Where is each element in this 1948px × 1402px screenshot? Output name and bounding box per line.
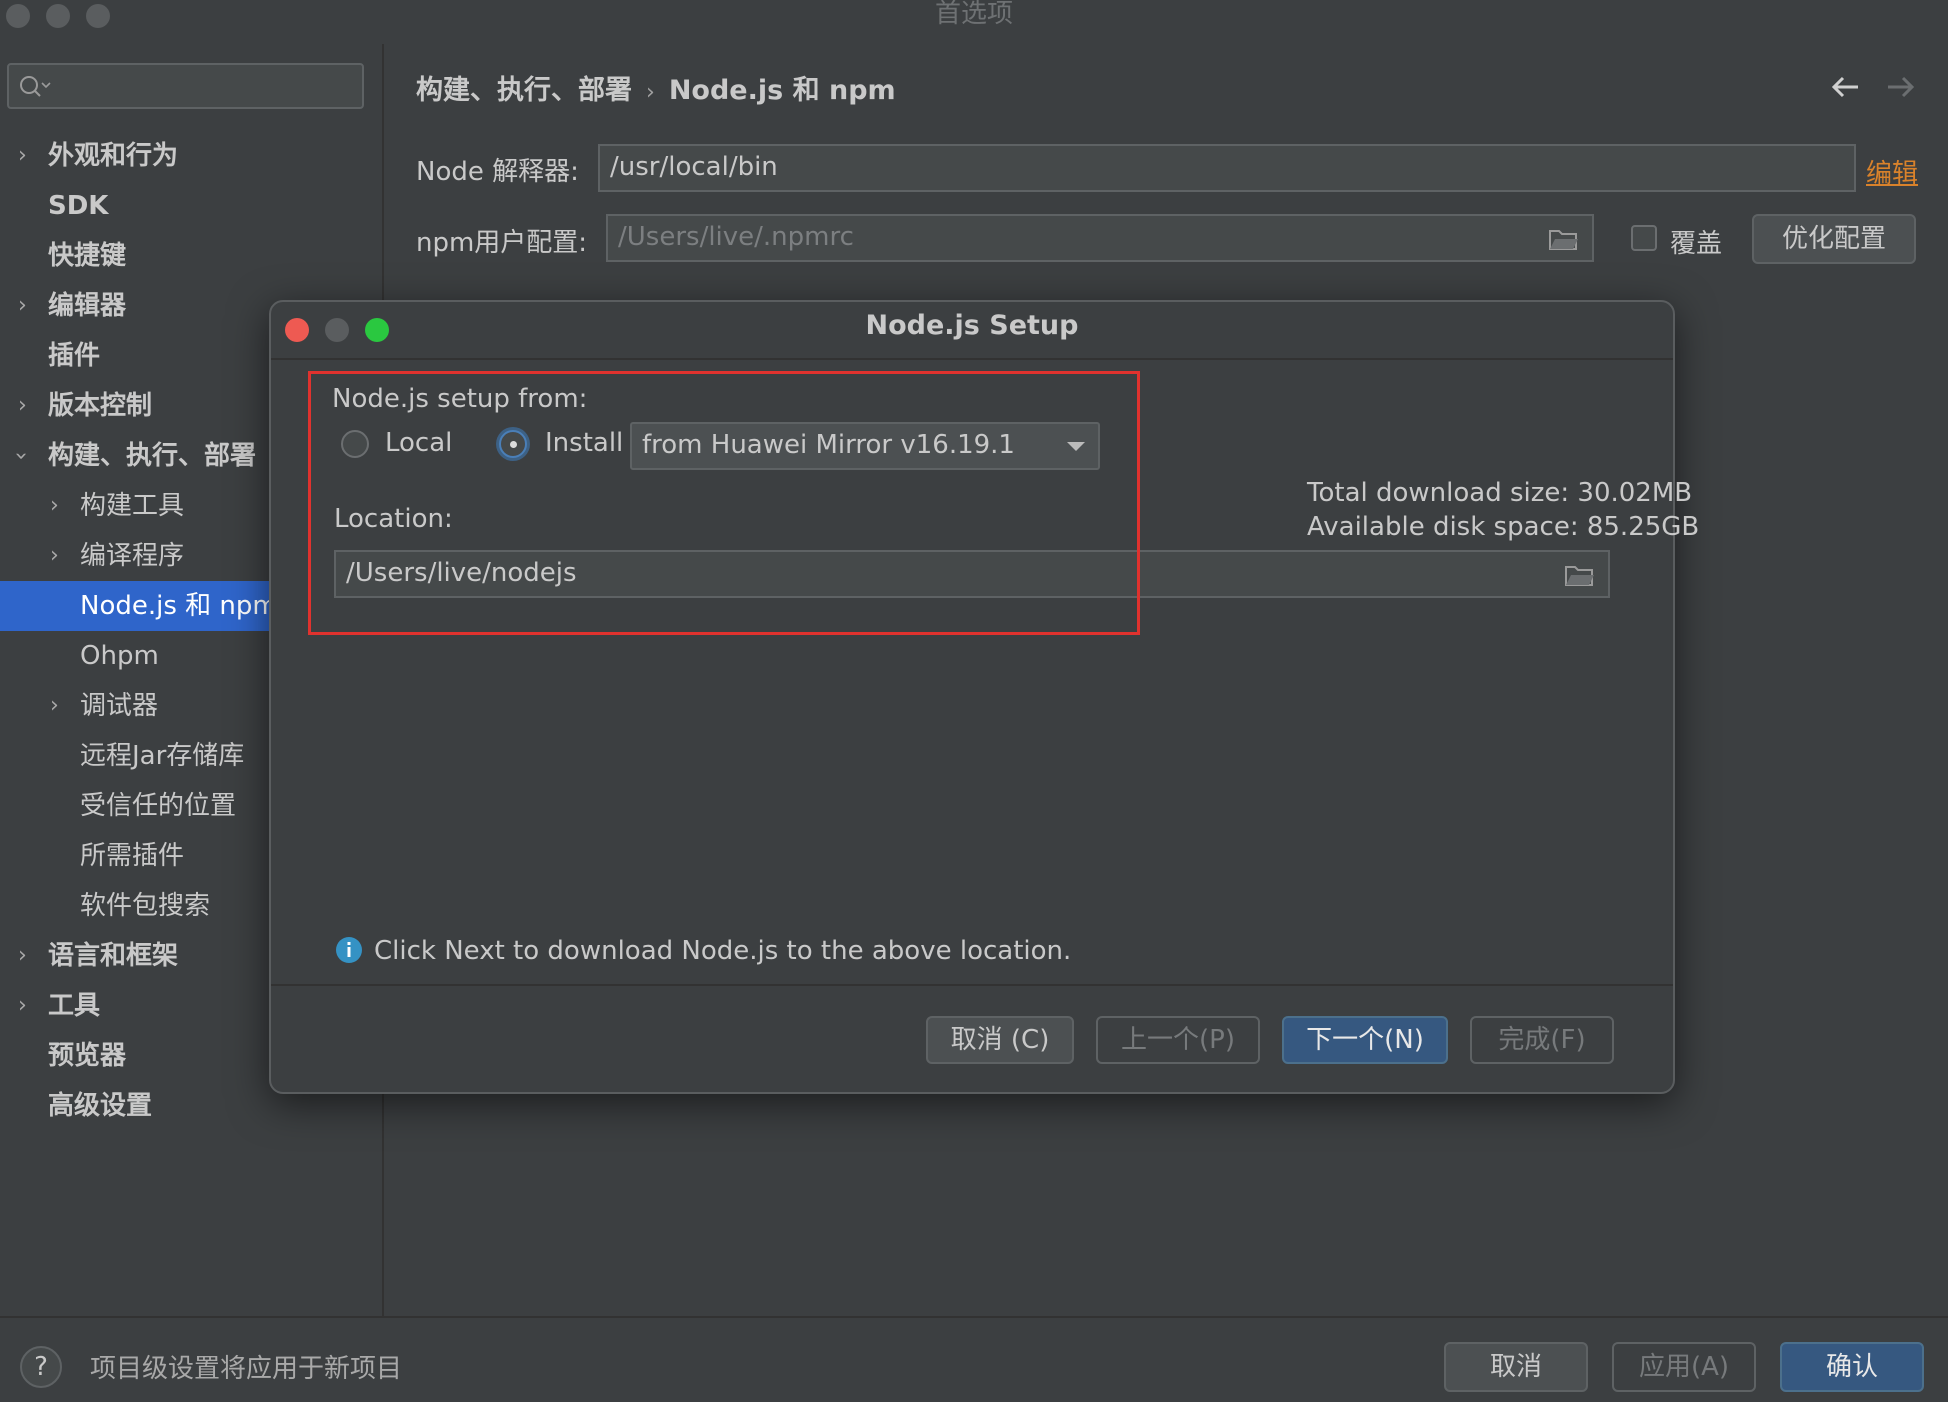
sidebar-item-label: Ohpm — [80, 641, 159, 671]
node-interpreter-label: Node 解释器: — [416, 157, 579, 187]
back-arrow-icon[interactable] — [1830, 74, 1862, 100]
sidebar-item-label: 编辑器 — [48, 291, 127, 321]
sidebar-item-label: 外观和行为 — [48, 141, 179, 171]
sidebar-item-label: 编译程序 — [80, 541, 185, 571]
dialog-finish-button[interactable]: 完成(F) — [1470, 1016, 1614, 1064]
info-icon — [336, 937, 362, 963]
sidebar-item-label: SDK — [48, 191, 109, 221]
footer-bar: ? 项目级设置将应用于新项目 取消 应用(A) 确认 — [0, 1316, 1948, 1402]
folder-icon[interactable] — [1548, 226, 1580, 252]
optimize-config-button[interactable]: 优化配置 — [1752, 214, 1916, 264]
override-checkbox[interactable] — [1631, 225, 1657, 251]
sidebar-item-label: 软件包搜索 — [80, 891, 211, 921]
dialog-cancel-button[interactable]: 取消 (C) — [926, 1016, 1074, 1064]
sidebar-item-label: 构建工具 — [80, 491, 185, 521]
chevron-right-icon: › — [50, 543, 59, 568]
chevron-right-icon: › — [18, 293, 27, 318]
total-download-size: Total download size: 30.02MB — [1307, 478, 1693, 508]
dialog-footer-divider — [271, 984, 1673, 986]
sidebar-item-label: 版本控制 — [48, 391, 153, 421]
chevron-right-icon: › — [18, 143, 27, 168]
search-input[interactable] — [7, 63, 364, 109]
dialog-previous-button[interactable]: 上一个(P) — [1096, 1016, 1260, 1064]
available-disk-space: Available disk space: 85.25GB — [1307, 512, 1700, 542]
npm-config-field[interactable]: /Users/live/.npmrc — [606, 214, 1594, 262]
breadcrumb-current: Node.js 和 npm — [668, 75, 896, 106]
ok-button[interactable]: 确认 — [1780, 1342, 1924, 1392]
apply-button[interactable]: 应用(A) — [1612, 1342, 1756, 1392]
window-title: 首选项 — [934, 0, 1013, 29]
edit-link[interactable]: 编辑 — [1866, 153, 1918, 190]
dialog-title-divider — [271, 358, 1673, 360]
chevron-right-icon: › — [50, 693, 59, 718]
sidebar-item-label: 受信任的位置 — [80, 791, 237, 821]
breadcrumb-parent[interactable]: 构建、执行、部署 — [416, 75, 632, 106]
help-icon[interactable]: ? — [20, 1346, 62, 1388]
sidebar-item-label: 调试器 — [80, 691, 159, 721]
node-interpreter-field[interactable]: /usr/local/bin — [598, 144, 1856, 192]
chevron-right-icon: › — [18, 393, 27, 418]
chevron-right-icon: › — [18, 993, 27, 1018]
npm-config-placeholder: /Users/live/.npmrc — [618, 222, 854, 252]
search-icon — [20, 76, 51, 97]
highlight-box — [308, 371, 1140, 635]
sidebar-item-label: 插件 — [48, 341, 101, 371]
sidebar-item-label: 语言和框架 — [48, 941, 179, 971]
chevron-down-icon: › — [8, 451, 34, 461]
sidebar-item-label: 构建、执行、部署 — [48, 441, 257, 471]
info-message: Click Next to download Node.js to the ab… — [374, 936, 1072, 966]
dialog-next-button[interactable]: 下一个(N) — [1282, 1016, 1448, 1064]
sidebar-item-keymap[interactable]: 快捷键 — [0, 231, 380, 281]
sidebar-item-label: Node.js 和 npm — [80, 591, 278, 621]
sidebar-item-label: 高级设置 — [48, 1091, 153, 1121]
npm-config-label: npm用户配置: — [416, 228, 588, 258]
footer-hint: 项目级设置将应用于新项目 — [90, 1354, 403, 1384]
sidebar-item-appearance[interactable]: › 外观和行为 — [0, 131, 380, 181]
chevron-right-icon: › — [50, 493, 59, 518]
sidebar-item-label: 预览器 — [48, 1041, 127, 1071]
override-label: 覆盖 — [1670, 229, 1723, 259]
breadcrumb-separator: › — [646, 80, 655, 105]
folder-icon[interactable] — [1564, 562, 1596, 588]
sidebar-item-label: 工具 — [48, 991, 101, 1021]
cancel-button[interactable]: 取消 — [1444, 1342, 1588, 1392]
dialog-title: Node.js Setup — [865, 310, 1079, 341]
chevron-right-icon: › — [18, 943, 27, 968]
breadcrumb: 构建、执行、部署 › Node.js 和 npm — [416, 68, 896, 107]
forward-arrow-icon[interactable] — [1884, 74, 1916, 100]
sidebar-item-sdk[interactable]: SDK — [0, 181, 380, 231]
sidebar-item-label: 所需插件 — [80, 841, 185, 871]
window-titlebar: 首选项 — [0, 0, 1948, 44]
sidebar-item-label: 快捷键 — [48, 241, 127, 271]
sidebar-item-label: 远程Jar存储库 — [80, 741, 245, 771]
